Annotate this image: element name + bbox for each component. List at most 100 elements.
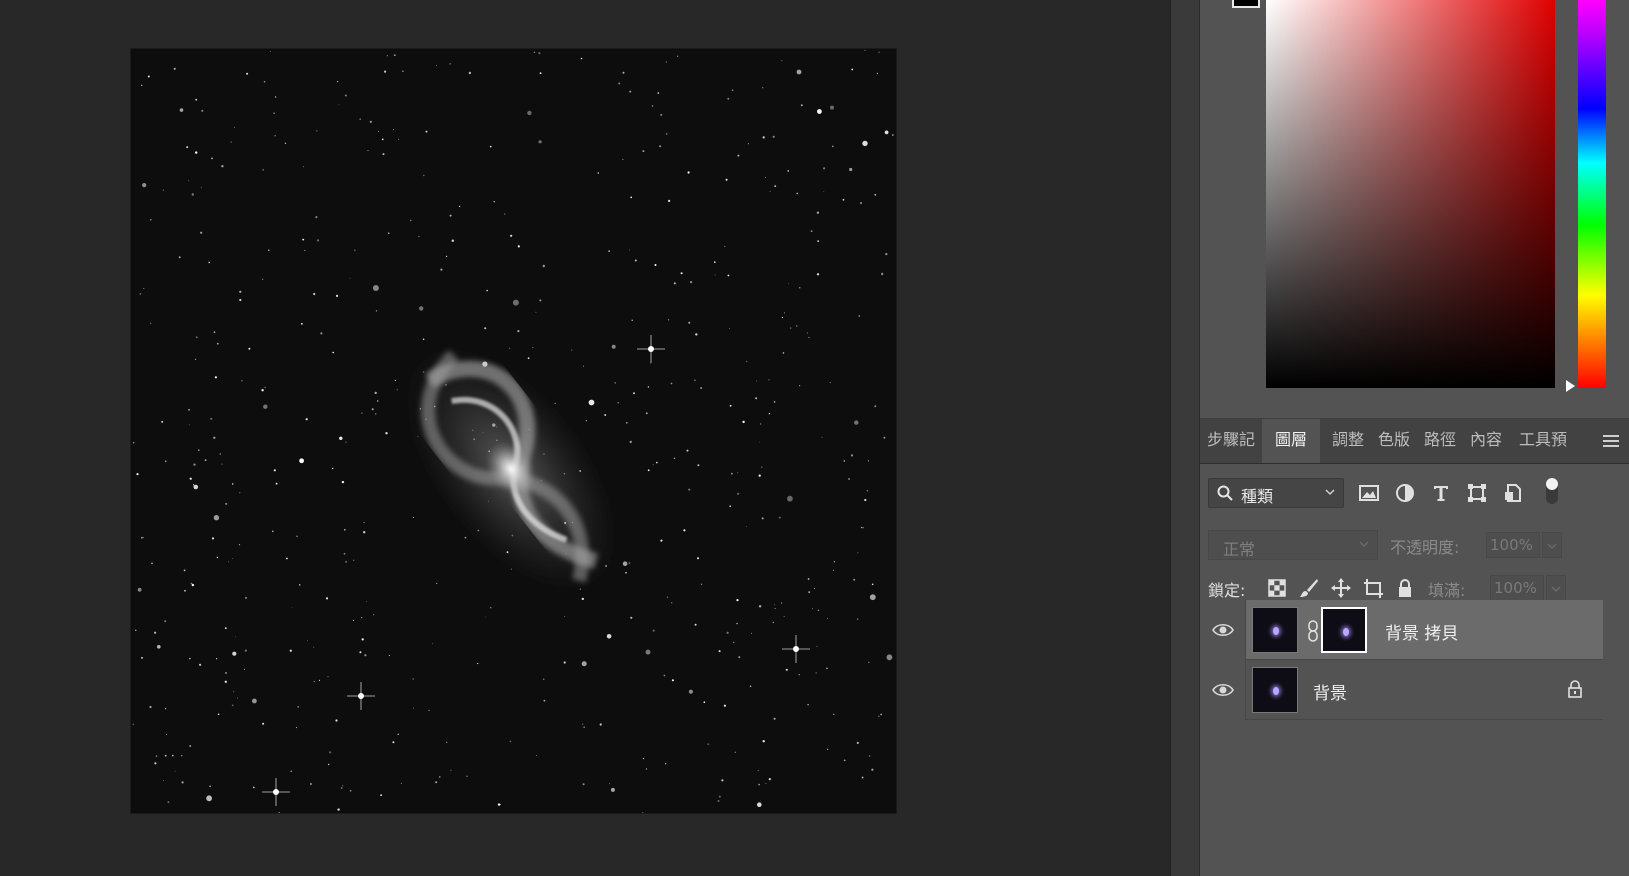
layer-name[interactable]: 背景 拷貝 <box>1385 619 1458 644</box>
star <box>645 649 651 655</box>
tab-history[interactable]: 步驟記 <box>1200 419 1262 463</box>
hamburger-icon[interactable] <box>1603 435 1619 447</box>
opacity-field[interactable]: 100% <box>1486 532 1540 558</box>
hue-slider[interactable] <box>1578 0 1606 388</box>
star <box>273 469 276 472</box>
layer-filter-row: 種類 <box>1200 464 1629 524</box>
shape-filter-icon[interactable] <box>1466 482 1488 504</box>
tab-properties[interactable]: 內容 <box>1464 419 1508 463</box>
star <box>388 654 390 657</box>
star <box>759 423 762 425</box>
lock-paint-icon[interactable] <box>1298 577 1320 599</box>
layer-name[interactable]: 背景 <box>1313 679 1347 704</box>
blend-mode-label: 正常 <box>1223 540 1256 559</box>
star <box>768 413 771 415</box>
star <box>219 453 221 455</box>
saturation-brightness-field[interactable] <box>1266 0 1555 388</box>
star <box>413 516 414 518</box>
star <box>668 199 671 202</box>
star <box>536 755 537 756</box>
star <box>512 299 519 306</box>
lock-icon[interactable] <box>1567 680 1583 698</box>
canvas-area[interactable] <box>0 0 1170 876</box>
star <box>297 706 299 708</box>
star <box>688 321 691 324</box>
smart-object-filter-icon[interactable] <box>1502 482 1524 504</box>
star <box>758 783 760 786</box>
hue-slider-marker[interactable] <box>1566 380 1575 392</box>
star <box>625 571 627 574</box>
tab-tool-presets[interactable]: 工具預 <box>1512 419 1574 463</box>
star <box>659 145 662 148</box>
star <box>724 245 726 248</box>
star <box>737 472 739 474</box>
star <box>372 285 379 291</box>
foreground-color-swatch[interactable] <box>1232 0 1260 8</box>
star <box>629 440 632 444</box>
star <box>184 590 186 592</box>
star <box>737 154 740 157</box>
star <box>364 654 367 657</box>
star <box>230 141 232 143</box>
fill-field[interactable]: 100% <box>1490 575 1544 601</box>
blend-mode-select[interactable]: 正常 <box>1208 530 1378 560</box>
star <box>179 108 184 112</box>
star <box>141 536 143 539</box>
star <box>336 80 339 83</box>
star <box>435 781 438 784</box>
star <box>878 51 880 53</box>
star <box>667 319 670 321</box>
star <box>736 622 738 625</box>
star <box>245 596 247 599</box>
lock-all-icon[interactable] <box>1394 577 1416 599</box>
layer-row[interactable]: 背景 <box>1200 660 1603 720</box>
star <box>827 748 829 750</box>
star <box>150 219 152 221</box>
star <box>397 733 399 735</box>
star <box>378 131 379 132</box>
star <box>880 713 882 716</box>
chain-link-icon[interactable] <box>1307 620 1319 642</box>
star <box>468 71 472 75</box>
tab-channels[interactable]: 色版 <box>1372 419 1416 463</box>
star <box>209 785 211 788</box>
star <box>198 449 200 451</box>
star <box>796 325 798 327</box>
lock-position-icon[interactable] <box>1330 577 1352 599</box>
opacity-dropdown[interactable] <box>1542 532 1562 558</box>
star <box>787 170 789 172</box>
lock-artboard-icon[interactable] <box>1362 577 1384 599</box>
star <box>181 755 183 757</box>
star <box>332 351 334 354</box>
eye-icon[interactable] <box>1212 622 1234 638</box>
star <box>155 755 158 757</box>
image-filter-icon[interactable] <box>1358 482 1380 504</box>
star <box>886 654 893 661</box>
star <box>359 651 362 654</box>
star <box>517 330 520 333</box>
adjustment-filter-icon[interactable] <box>1394 482 1416 504</box>
star <box>248 347 251 350</box>
layer-mask-thumbnail[interactable] <box>1321 607 1367 653</box>
tab-paths[interactable]: 路徑 <box>1418 419 1462 463</box>
star <box>296 535 298 538</box>
tab-adjustments[interactable]: 調整 <box>1326 419 1370 463</box>
eye-icon[interactable] <box>1212 682 1234 698</box>
layer-kind-filter[interactable]: 種類 <box>1208 478 1344 508</box>
star <box>817 609 820 612</box>
tab-layers[interactable]: 圖層 <box>1262 419 1320 463</box>
star <box>166 734 167 736</box>
star <box>381 138 384 141</box>
text-filter-icon[interactable] <box>1430 482 1452 504</box>
star <box>862 140 868 147</box>
lock-transparency-icon[interactable] <box>1266 577 1288 599</box>
fill-dropdown[interactable] <box>1546 575 1566 601</box>
star <box>398 138 400 140</box>
layer-thumbnail[interactable] <box>1252 607 1298 653</box>
filter-toggle-switch[interactable] <box>1546 478 1558 504</box>
document-canvas[interactable] <box>131 49 896 813</box>
layer-thumbnail[interactable] <box>1252 667 1298 713</box>
star <box>234 636 236 638</box>
star <box>503 213 506 215</box>
layer-row[interactable]: 背景 拷貝 <box>1200 600 1603 660</box>
